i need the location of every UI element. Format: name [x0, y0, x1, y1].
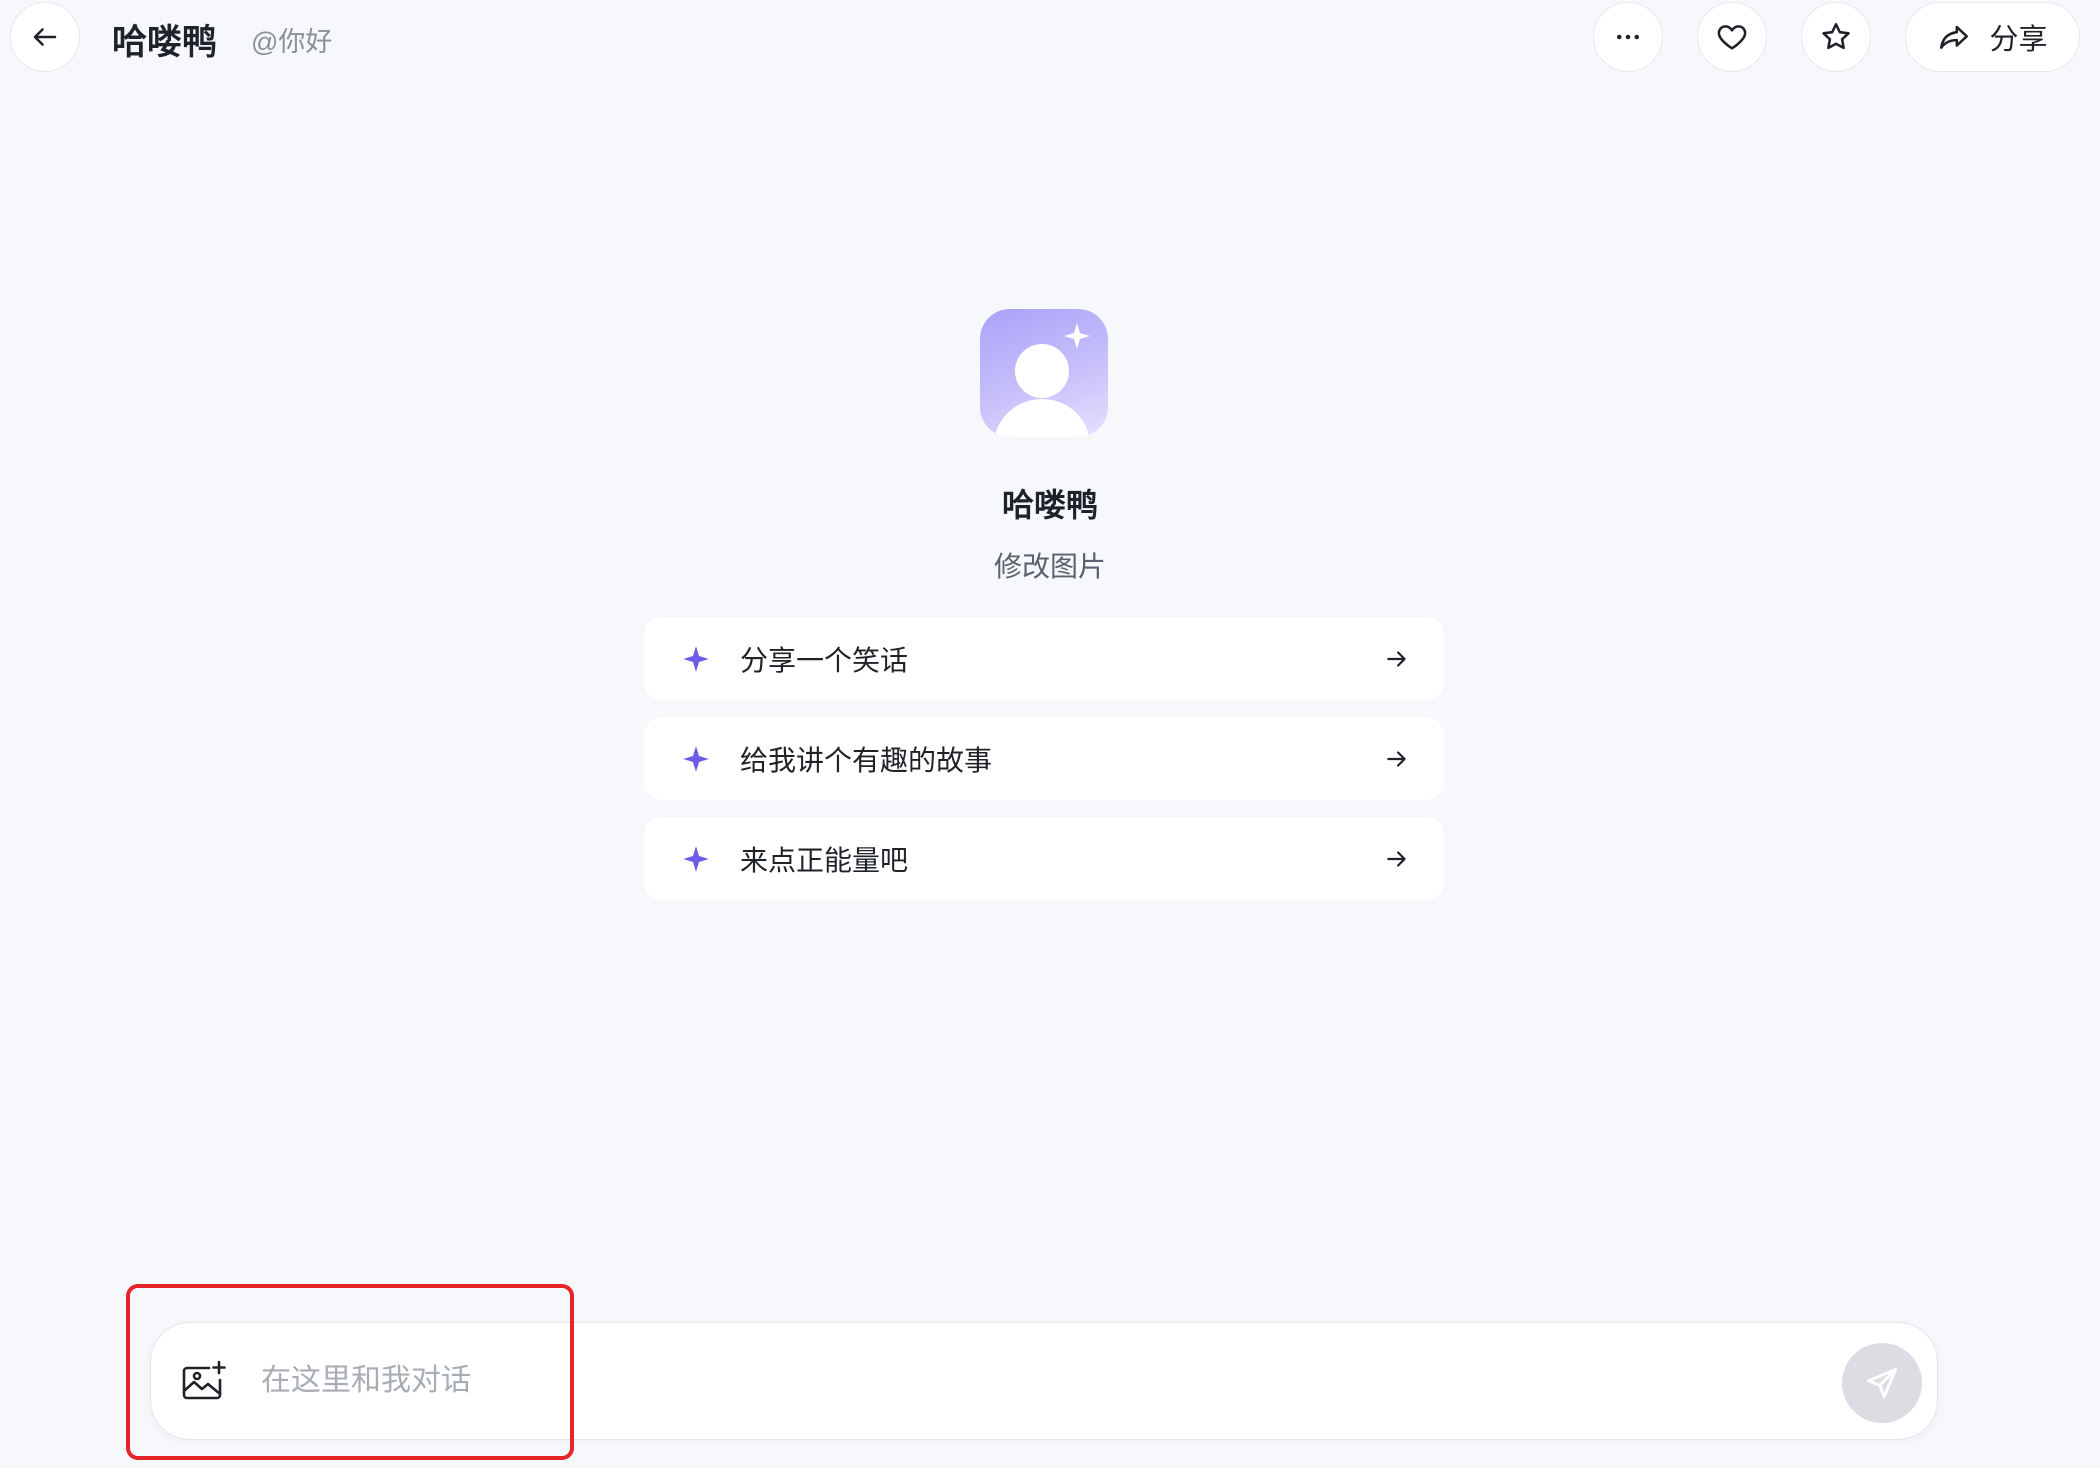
profile-description: 修改图片 — [993, 551, 1106, 582]
bot-handle: @你好 — [251, 27, 333, 57]
arrow-right-icon — [1387, 750, 1406, 767]
share-forward-icon — [1940, 25, 1969, 49]
image-upload-button[interactable] — [181, 1360, 227, 1402]
arrow-right-icon — [1387, 850, 1406, 867]
default-user-avatar-icon — [994, 323, 1090, 437]
sparkle-icon — [683, 645, 709, 672]
bot-name: 哈喽鸭 — [112, 23, 218, 62]
star-icon — [1822, 22, 1850, 50]
chat-page: 哈喽鸭 @你好 分享 哈喽鸭 修改图片 分享一个笑话 给我讲个有趣的故事 来点正… — [0, 0, 2100, 1468]
more-button[interactable] — [1593, 2, 1663, 72]
arrow-right-icon — [1387, 650, 1406, 667]
chat-composer — [150, 1322, 1938, 1440]
chat-input[interactable] — [261, 1343, 1761, 1419]
suggestion-item[interactable]: 给我讲个有趣的故事 — [644, 717, 1444, 800]
suggestion-label: 给我讲个有趣的故事 — [740, 744, 993, 776]
avatar — [980, 309, 1108, 437]
sparkle-icon — [683, 845, 709, 872]
suggestion-item[interactable]: 来点正能量吧 — [644, 817, 1444, 900]
suggestion-item[interactable]: 分享一个笑话 — [644, 617, 1444, 700]
suggestion-label: 分享一个笑话 — [740, 644, 909, 676]
heart-icon — [1717, 25, 1747, 50]
send-button[interactable] — [1842, 1343, 1922, 1423]
more-horizontal-icon — [1617, 34, 1639, 40]
send-icon — [1867, 1368, 1897, 1398]
arrow-left-icon — [33, 28, 57, 46]
suggestion-list: 分享一个笑话 给我讲个有趣的故事 来点正能量吧 — [644, 617, 1444, 900]
share-label: 分享 — [1989, 24, 2048, 56]
favorite-button[interactable] — [1801, 2, 1871, 72]
suggestion-label: 来点正能量吧 — [740, 844, 909, 876]
back-button[interactable] — [10, 2, 80, 72]
like-button[interactable] — [1697, 2, 1767, 72]
sparkle-icon — [683, 745, 709, 772]
profile-name: 哈喽鸭 — [1001, 487, 1098, 523]
image-add-icon — [182, 1360, 226, 1400]
share-button[interactable]: 分享 — [1905, 2, 2080, 72]
